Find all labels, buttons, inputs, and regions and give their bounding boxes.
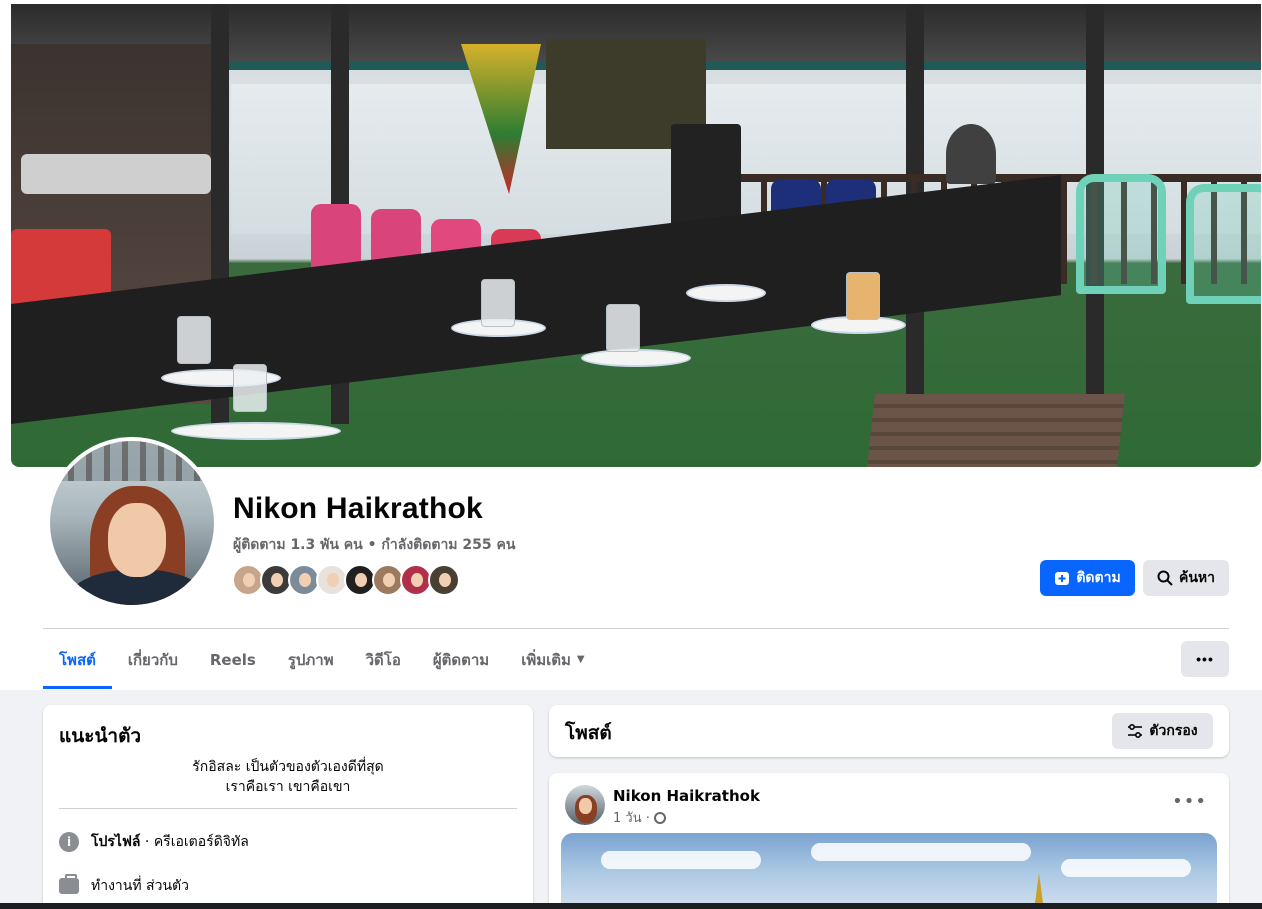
post-image[interactable] bbox=[561, 833, 1217, 909]
filter-label: ตัวกรอง bbox=[1149, 723, 1198, 739]
profile-name: Nikon Haikrathok bbox=[233, 492, 483, 525]
tab-reels[interactable]: Reels bbox=[194, 630, 272, 689]
post-author[interactable]: Nikon Haikrathok bbox=[613, 787, 760, 805]
tab-followers[interactable]: ผู้ติดตาม bbox=[417, 630, 505, 689]
posts-title: โพสต์ bbox=[565, 722, 612, 744]
tab-about[interactable]: เกี่ยวกับ bbox=[112, 630, 194, 689]
bio-line: รักอิสละ เป็นตัวของตัวเองดีที่สุด bbox=[192, 759, 384, 775]
work-row: ทำงานที่ ส่วนตัว bbox=[59, 874, 189, 897]
info-icon: i bbox=[59, 832, 79, 852]
profile-category-label: โปรไฟล์ bbox=[91, 834, 141, 850]
bio: รักอิสละ เป็นตัวของตัวเองดีที่สุด เราคือ… bbox=[59, 757, 517, 797]
window-bottom-edge bbox=[0, 903, 1262, 909]
bio-line: เราคือเรา เขาคือเขา bbox=[225, 779, 351, 795]
follow-icon bbox=[1055, 572, 1070, 585]
post-options-button[interactable]: ••• bbox=[1172, 791, 1207, 812]
globe-icon bbox=[653, 811, 666, 824]
search-label: ค้นหา bbox=[1178, 569, 1216, 585]
filter-icon bbox=[1128, 724, 1143, 738]
posts-header: โพสต์ ตัวกรอง bbox=[549, 705, 1229, 757]
tab-more[interactable]: เพิ่มเติม ▼ bbox=[505, 630, 600, 689]
profile-tabs: โพสต์ เกี่ยวกับ Reels รูปภาพ วิดีโอ ผู้ต… bbox=[43, 630, 601, 690]
post-meta: 1 วัน · bbox=[613, 807, 666, 828]
post-card: Nikon Haikrathok 1 วัน · ••• bbox=[549, 773, 1229, 909]
tab-photos[interactable]: รูปภาพ bbox=[272, 630, 350, 689]
intro-card: แนะนำตัว รักอิสละ เป็นตัวของตัวเองดีที่ส… bbox=[43, 705, 533, 909]
profile-category-row: i โปรไฟล์ · ครีเอเตอร์ดิจิทัล bbox=[59, 831, 249, 853]
follower-count[interactable]: ผู้ติดตาม 1.3 พัน คน • กำลังติดตาม 255 ค… bbox=[233, 534, 515, 556]
header-divider bbox=[43, 628, 1229, 629]
avatar[interactable] bbox=[565, 785, 605, 825]
profile-category-value: · ครีเอเตอร์ดิจิทัล bbox=[140, 834, 249, 850]
caret-down-icon: ▼ bbox=[576, 654, 585, 665]
briefcase-icon bbox=[59, 874, 79, 894]
post-time[interactable]: 1 วัน · bbox=[613, 807, 650, 828]
intro-title: แนะนำตัว bbox=[59, 725, 142, 747]
cover-photo[interactable] bbox=[11, 4, 1261, 467]
follow-button[interactable]: ติดตาม bbox=[1040, 560, 1135, 596]
work-text: ทำงานที่ ส่วนตัว bbox=[91, 878, 189, 894]
filter-button[interactable]: ตัวกรอง bbox=[1112, 713, 1213, 749]
avatar[interactable] bbox=[428, 564, 460, 596]
intro-divider bbox=[59, 808, 517, 809]
tab-videos[interactable]: วิดีโอ bbox=[350, 630, 417, 689]
profile-avatar[interactable] bbox=[46, 437, 218, 609]
search-icon bbox=[1157, 570, 1173, 586]
tab-posts[interactable]: โพสต์ bbox=[43, 630, 112, 689]
follow-label: ติดตาม bbox=[1076, 569, 1121, 585]
search-button[interactable]: ค้นหา bbox=[1143, 560, 1229, 596]
profile-header: Nikon Haikrathok ผู้ติดตาม 1.3 พัน คน • … bbox=[0, 0, 1262, 690]
follower-avatars[interactable] bbox=[232, 564, 460, 596]
more-options-button[interactable]: ••• bbox=[1181, 641, 1229, 677]
